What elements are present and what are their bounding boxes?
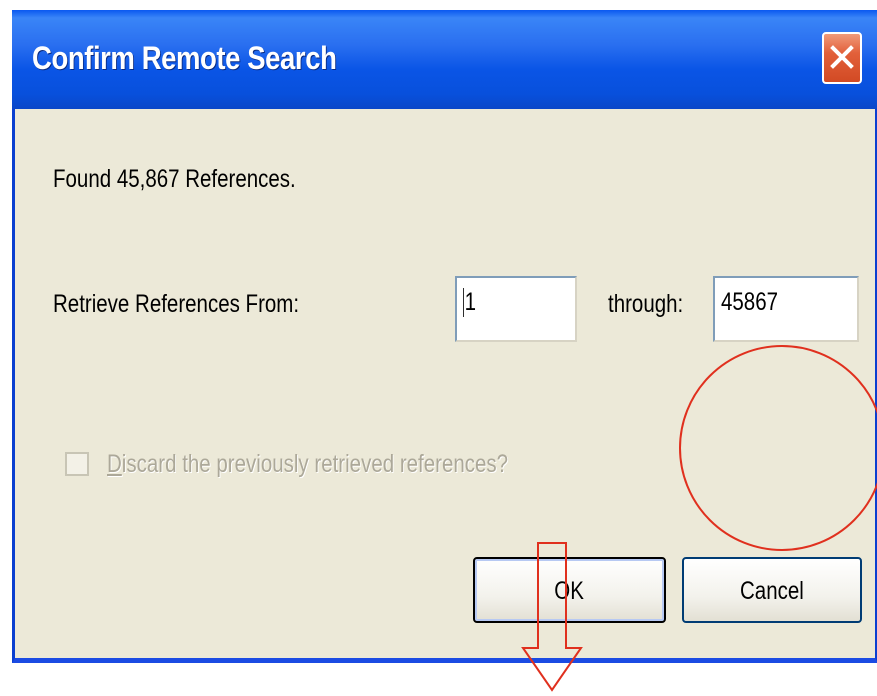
close-button[interactable] [822,32,862,84]
discard-label: Discard the previously retrieved referen… [107,450,508,479]
through-input[interactable]: 45867 [713,276,859,342]
cancel-button[interactable]: Cancel [682,557,862,623]
cancel-button-label: Cancel [740,577,804,605]
dialog-title: Confirm Remote Search [32,40,337,76]
from-value: 1 [463,288,477,317]
retrieve-from-label: Retrieve References From: [53,290,300,318]
ok-button[interactable]: OK [473,557,666,623]
result-message: Found 45,867 References. [53,165,296,193]
ok-button-label: OK [554,577,585,605]
through-value: 45867 [721,288,779,316]
discard-label-rest: iscard the previously retrieved referenc… [121,450,509,478]
through-label: through: [608,290,684,318]
discard-checkbox[interactable] [65,452,89,476]
from-input[interactable]: 1 [455,276,577,342]
title-bar[interactable]: Confirm Remote Search [12,10,877,109]
discard-label-accesskey: D [107,450,122,478]
close-x-icon [830,45,854,69]
screenshot: Confirm Remote Search Found 45,867 Refer… [0,0,877,696]
